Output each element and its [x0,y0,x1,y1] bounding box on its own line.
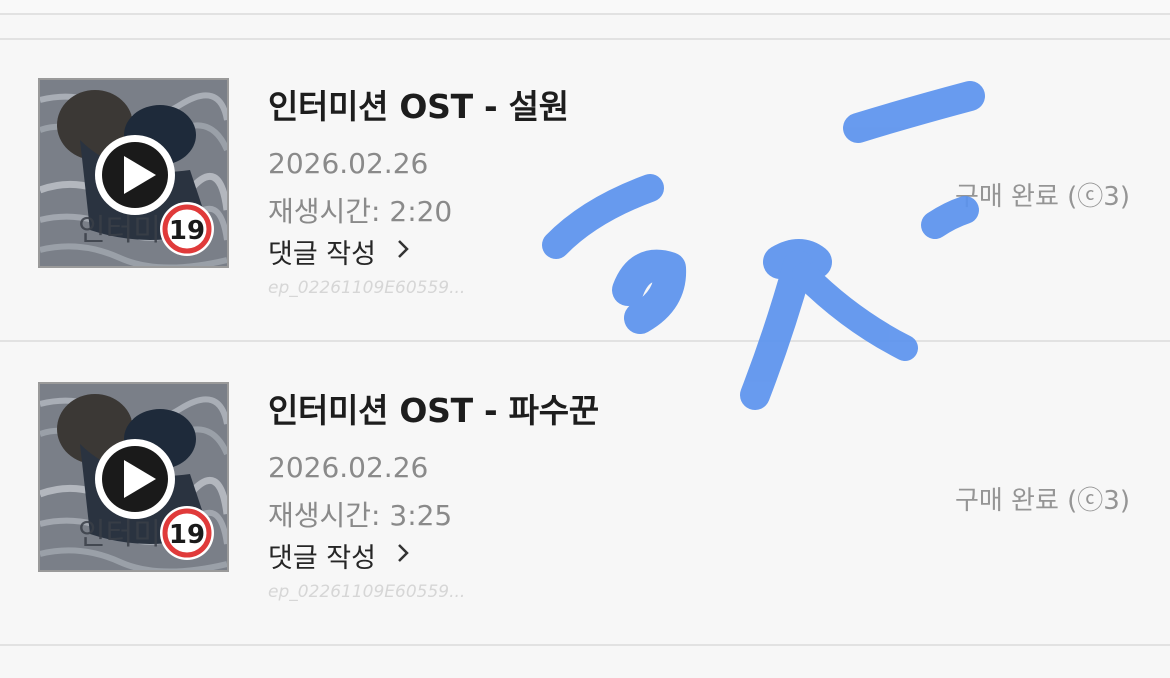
write-comment-button[interactable]: 댓글 작성 [268,232,410,271]
age-rating-text: 19 [169,520,205,550]
chevron-right-icon [396,540,410,571]
write-comment-button[interactable]: 댓글 작성 [268,536,410,575]
episode-id: ep_02261109E60559... [268,582,466,602]
episode-id: ep_02261109E60559... [268,278,466,298]
episode-title[interactable]: 인터미션 OST - 설원 [268,80,569,128]
purchase-status: 구매 완료 (ⓒ3) [954,486,1130,516]
cover-title-text: 인터미 [78,517,161,552]
age-19-badge: 19 [160,506,214,560]
purchase-status: 구매 완료 (ⓒ3) [954,182,1130,212]
episode-row[interactable]: 인터미 19 인터미션 OST - 설원 2026.02.26 재생시간: 2:… [0,38,1170,340]
divider [0,13,1170,15]
episode-duration: 재생시간: 3:25 [268,499,453,532]
episode-row[interactable]: 인터미 19 인터미션 OST - 파수꾼 2026.02.26 재생시간: 3… [0,342,1170,644]
episode-duration: 재생시간: 2:20 [268,195,453,228]
age-19-badge: 19 [160,202,214,256]
episode-date: 2026.02.26 [268,451,429,484]
chevron-right-icon [396,236,410,267]
episode-thumbnail[interactable]: 인터미 19 [38,382,229,572]
episode-thumbnail[interactable]: 인터미 19 [38,78,229,268]
divider [0,644,1170,646]
age-rating-text: 19 [169,216,205,246]
cover-title-text: 인터미 [78,213,161,248]
episode-title[interactable]: 인터미션 OST - 파수꾼 [268,384,599,432]
write-comment-label: 댓글 작성 [268,543,376,574]
write-comment-label: 댓글 작성 [268,239,376,270]
top-strip [0,0,1170,14]
episode-date: 2026.02.26 [268,147,429,180]
